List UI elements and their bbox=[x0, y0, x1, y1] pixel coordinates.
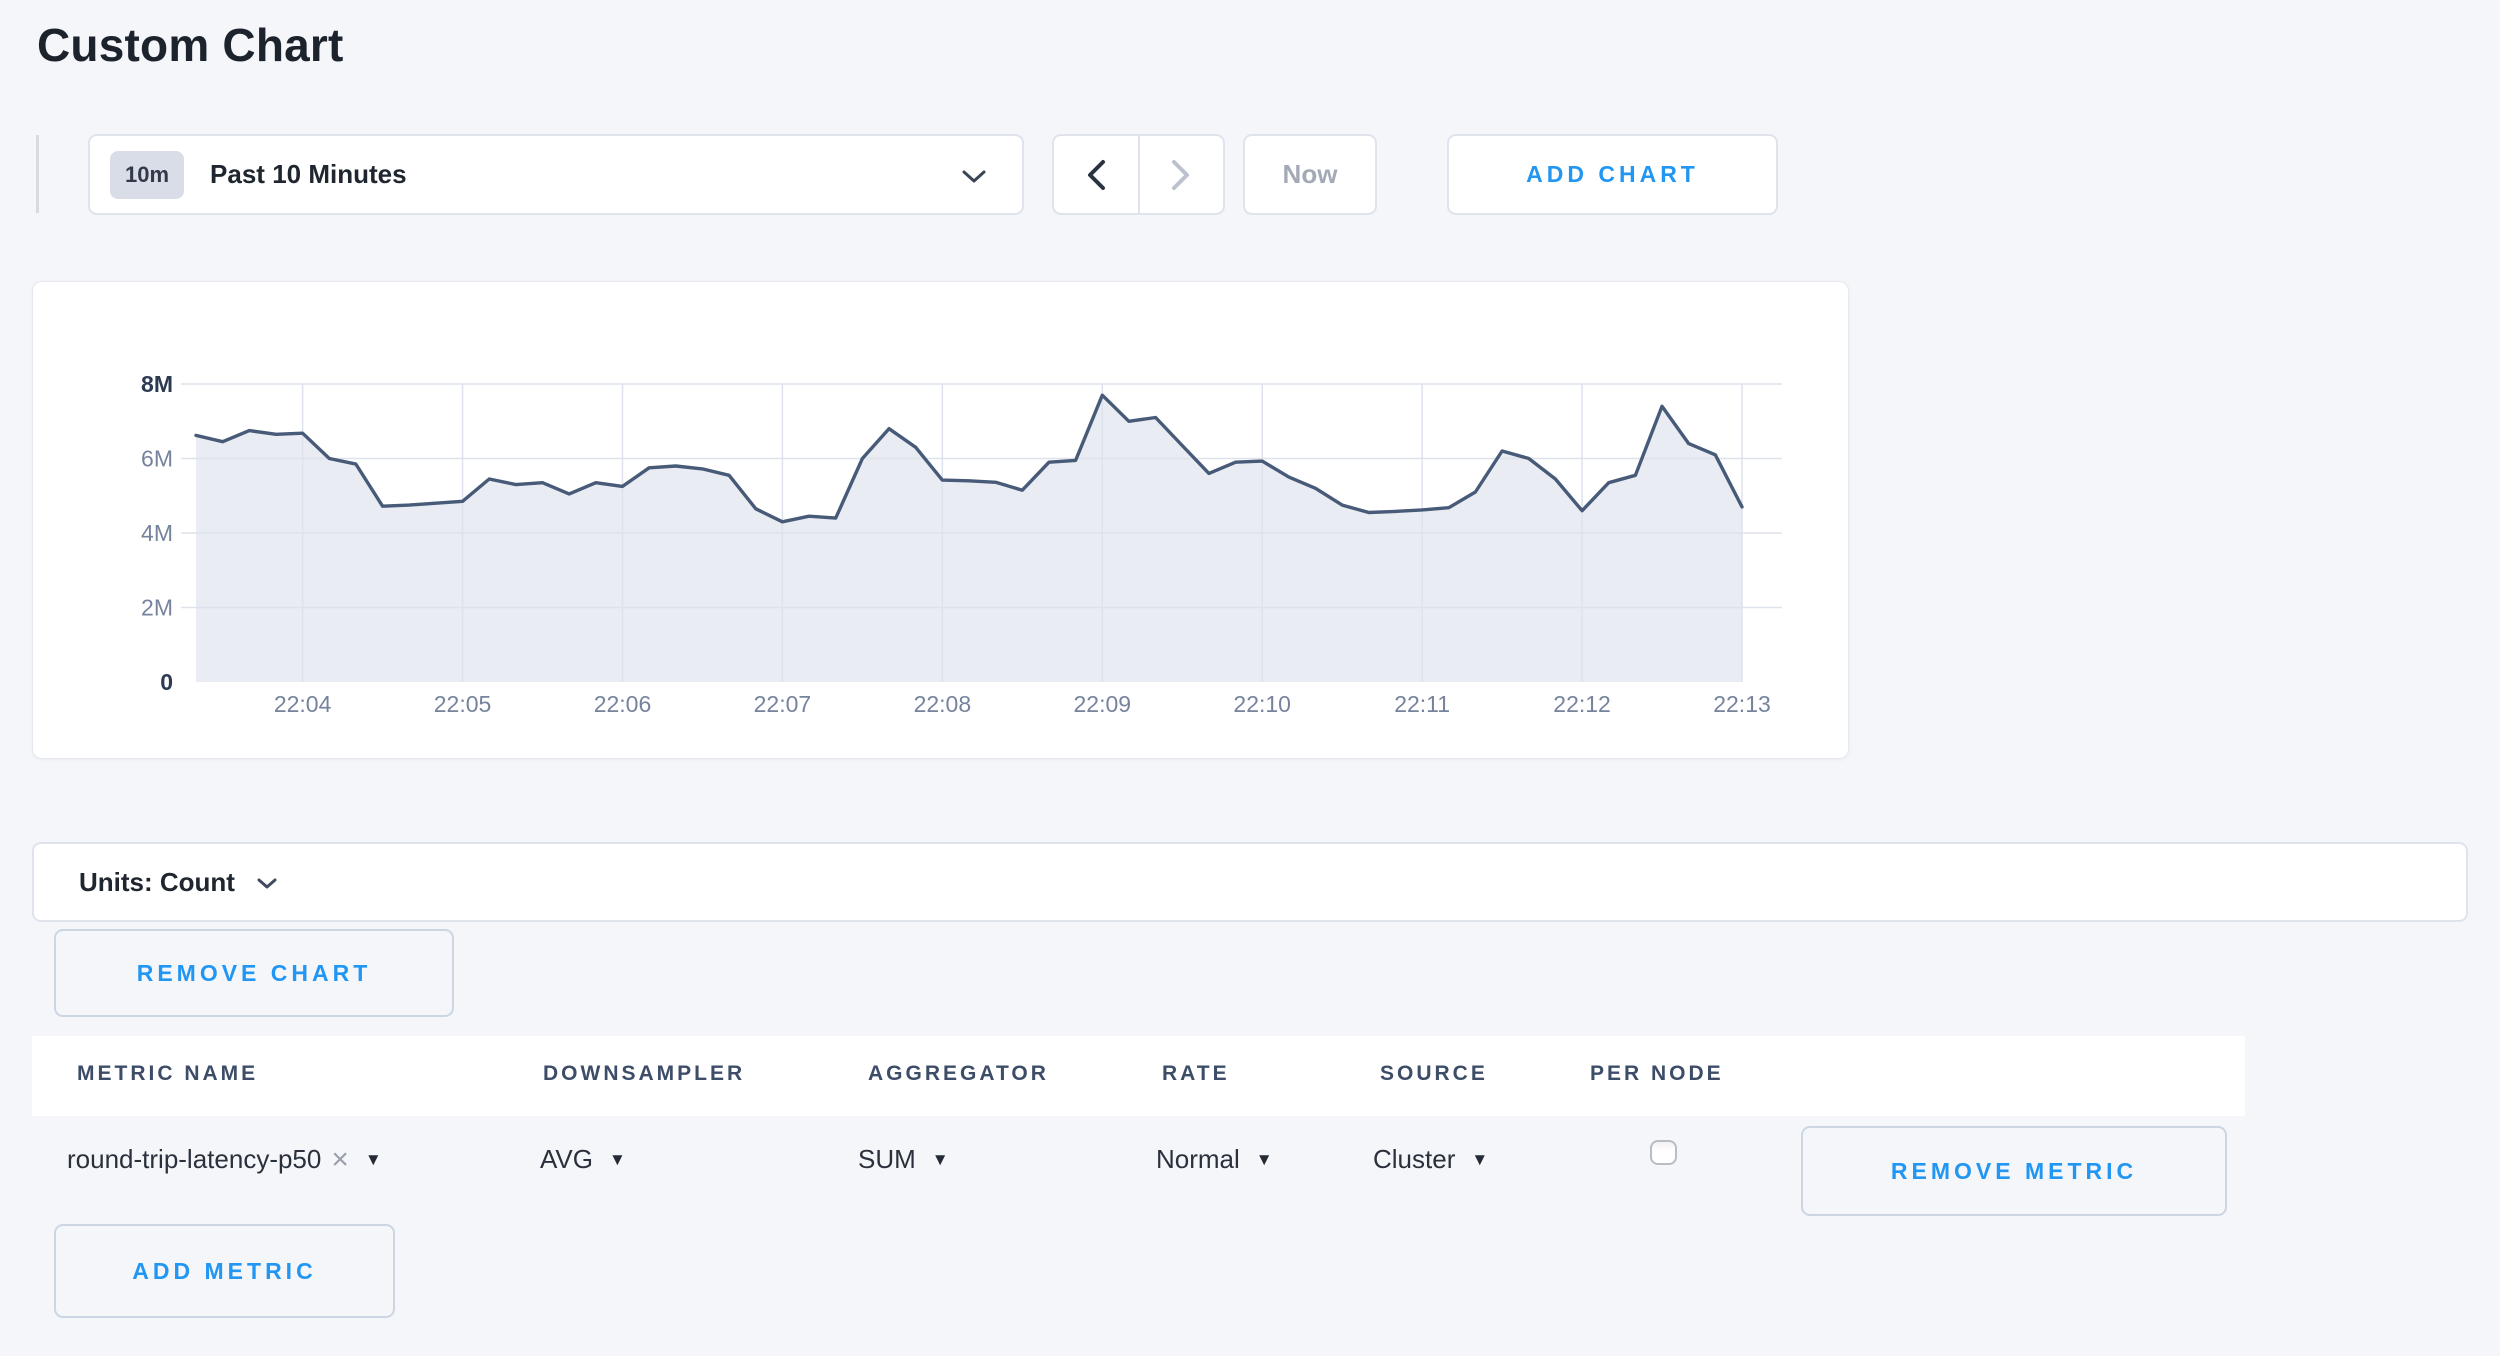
page-title: Custom Chart bbox=[37, 18, 344, 72]
column-header-downsampler: DOWNSAMPLER bbox=[543, 1062, 745, 1086]
x-axis-tick-label: 22:04 bbox=[274, 691, 332, 717]
downsampler-dropdown[interactable]: AVG ▼ bbox=[540, 1144, 626, 1175]
source-value: Cluster bbox=[1373, 1144, 1455, 1175]
caret-down-icon: ▼ bbox=[1471, 1151, 1488, 1168]
x-axis-tick-label: 22:10 bbox=[1233, 691, 1291, 717]
chart-area-fill bbox=[196, 395, 1742, 682]
x-axis-tick-label: 22:06 bbox=[594, 691, 652, 717]
time-back-button[interactable] bbox=[1054, 136, 1138, 213]
chevron-left-icon bbox=[1086, 159, 1106, 191]
clear-metric-icon[interactable]: × bbox=[331, 1145, 349, 1175]
x-axis-tick-label: 22:13 bbox=[1713, 691, 1771, 717]
rate-dropdown[interactable]: Normal ▼ bbox=[1156, 1144, 1273, 1175]
aggregator-value: SUM bbox=[858, 1144, 916, 1175]
x-axis-tick-label: 22:05 bbox=[434, 691, 492, 717]
x-axis-tick-label: 22:07 bbox=[754, 691, 812, 717]
per-node-checkbox[interactable] bbox=[1650, 1140, 1677, 1165]
column-header-aggregator: AGGREGATOR bbox=[868, 1062, 1049, 1086]
toolbar-accent-line bbox=[36, 135, 39, 213]
time-window-label: Past 10 Minutes bbox=[210, 159, 407, 190]
time-range-pager bbox=[1052, 134, 1225, 215]
x-axis-tick-label: 22:08 bbox=[914, 691, 972, 717]
chart-card: 22:04 22:05 22:06 22:07 22:08 22:09 22:10 22:11… bbox=[32, 281, 1849, 759]
y-axis-tick-label: 6M bbox=[141, 446, 173, 472]
remove-metric-button[interactable]: REMOVE METRIC bbox=[1801, 1126, 2227, 1216]
remove-chart-button[interactable]: REMOVE CHART bbox=[54, 929, 454, 1017]
caret-down-icon: ▼ bbox=[365, 1151, 382, 1168]
metric-table-row: round-trip-latency-p50 × ▼ AVG ▼ SUM ▼ N… bbox=[32, 1116, 2468, 1216]
y-axis-tick-label: 0 bbox=[160, 669, 173, 695]
y-axis-tick-label: 8M bbox=[141, 371, 173, 397]
column-header-per-node: PER NODE bbox=[1590, 1062, 1724, 1086]
source-dropdown[interactable]: Cluster ▼ bbox=[1373, 1144, 1488, 1175]
now-button[interactable]: Now bbox=[1243, 134, 1377, 215]
units-dropdown[interactable]: Units: Count bbox=[32, 842, 2468, 922]
add-chart-button[interactable]: ADD CHART bbox=[1447, 134, 1778, 215]
time-window-badge: 10m bbox=[110, 151, 184, 199]
y-axis-tick-label: 2M bbox=[141, 595, 173, 621]
x-axis-tick-label: 22:12 bbox=[1553, 691, 1611, 717]
chevron-right-icon bbox=[1171, 159, 1191, 191]
caret-down-icon: ▼ bbox=[1256, 1151, 1273, 1168]
caret-down-icon: ▼ bbox=[932, 1151, 949, 1168]
chevron-down-icon bbox=[257, 878, 277, 890]
metric-name-dropdown[interactable]: round-trip-latency-p50 × ▼ bbox=[67, 1144, 382, 1175]
x-axis-tick-label: 22:11 bbox=[1394, 691, 1450, 717]
latency-area-chart[interactable]: 22:04 22:05 22:06 22:07 22:08 22:09 22:10 22:11… bbox=[33, 282, 1848, 758]
add-metric-button[interactable]: ADD METRIC bbox=[54, 1224, 395, 1318]
units-label: Units: Count bbox=[79, 867, 235, 898]
x-axis-tick-label: 22:09 bbox=[1073, 691, 1131, 717]
metrics-table-header: METRIC NAME DOWNSAMPLER AGGREGATOR RATE … bbox=[32, 1036, 2245, 1116]
column-header-rate: RATE bbox=[1162, 1062, 1230, 1086]
rate-value: Normal bbox=[1156, 1144, 1240, 1175]
y-axis-tick-label: 4M bbox=[141, 520, 173, 546]
column-header-source: SOURCE bbox=[1380, 1062, 1488, 1086]
metric-name-value: round-trip-latency-p50 bbox=[67, 1144, 321, 1175]
downsampler-value: AVG bbox=[540, 1144, 593, 1175]
caret-down-icon: ▼ bbox=[609, 1151, 626, 1168]
chevron-down-icon bbox=[962, 170, 986, 184]
time-forward-button[interactable] bbox=[1138, 136, 1224, 213]
aggregator-dropdown[interactable]: SUM ▼ bbox=[858, 1144, 949, 1175]
column-header-metric-name: METRIC NAME bbox=[77, 1062, 258, 1086]
time-window-dropdown[interactable]: 10m Past 10 Minutes bbox=[88, 134, 1024, 215]
